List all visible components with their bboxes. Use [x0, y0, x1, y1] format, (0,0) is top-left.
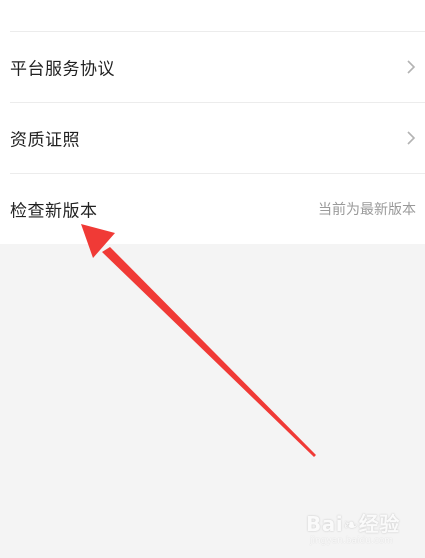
watermark-brand: Bai❧经验 — [306, 512, 400, 536]
chevron-right-icon — [407, 131, 416, 145]
settings-item-label: 资质证照 — [10, 130, 80, 151]
settings-item-platform-agreement[interactable]: 平台服务协议 — [0, 32, 425, 102]
watermark-url: jingyan.baidu.com — [310, 536, 394, 546]
settings-item-qualification[interactable]: 资质证照 — [0, 103, 425, 173]
settings-list: 平台服务协议 资质证照 检查新版本 当前为最新版本 — [0, 0, 425, 244]
settings-item-check-update[interactable]: 检查新版本 当前为最新版本 — [0, 174, 425, 244]
settings-item-label: 平台服务协议 — [10, 59, 115, 80]
baidu-jingyan-watermark: Bai❧经验 jingyan.baidu.com — [306, 504, 418, 552]
settings-item-label: 检查新版本 — [10, 201, 98, 222]
chevron-right-icon — [407, 60, 416, 74]
version-status: 当前为最新版本 — [318, 202, 416, 218]
list-top-row-partial — [0, 0, 425, 31]
arrow-shaft — [102, 247, 316, 457]
